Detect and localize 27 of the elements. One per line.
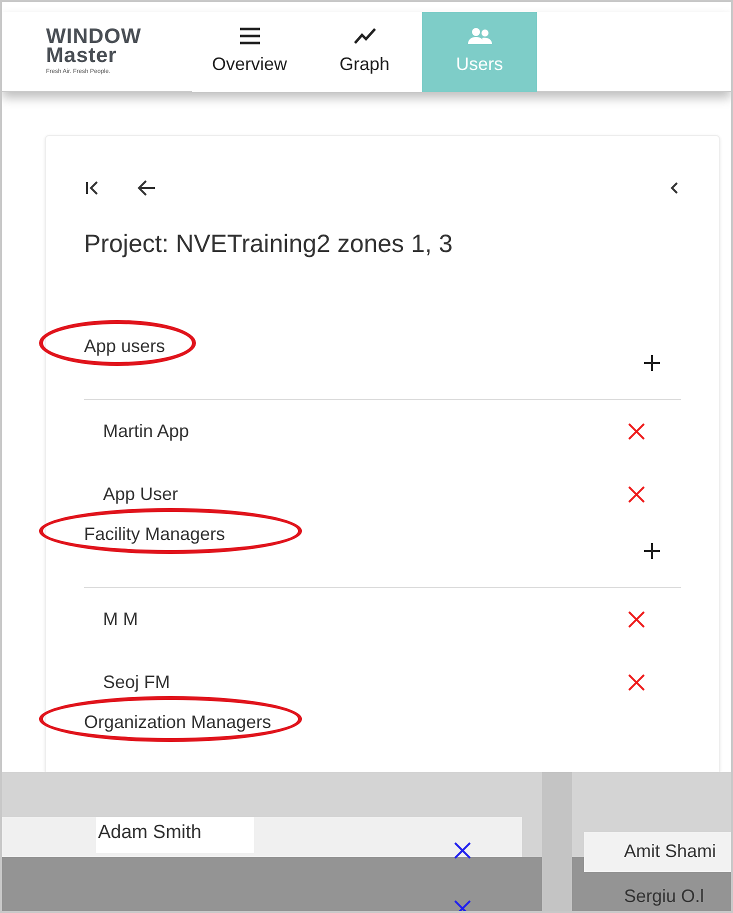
menu-icon <box>238 26 260 44</box>
project-title: Project: NVETraining2 zones 1, 3 <box>83 229 454 260</box>
logo-wordmark: WINDOW Master <box>46 26 142 64</box>
remove-icon[interactable] <box>628 610 645 628</box>
add-icon[interactable] <box>643 354 661 372</box>
user-name: Amit Shami <box>624 840 716 863</box>
user-name: Adam Smith <box>96 817 254 853</box>
user-name: Sergiu O.l <box>624 885 704 908</box>
add-icon[interactable] <box>643 542 661 560</box>
user-name: Martin App <box>103 420 190 443</box>
users-icon <box>468 26 492 44</box>
nav-tab[interactable]: Overview <box>192 12 307 92</box>
nav-tab[interactable]: Graph <box>307 12 422 92</box>
user-name: M M <box>103 608 138 630</box>
group-title: Organization Managers <box>84 710 272 734</box>
remove-icon[interactable] <box>628 486 645 502</box>
remove-icon[interactable] <box>628 422 645 440</box>
user-name: App User <box>103 482 178 506</box>
remove-icon[interactable] <box>628 674 645 690</box>
line-chart-icon <box>354 26 376 44</box>
group-title: Facility Managers <box>84 522 226 546</box>
group-title: App users <box>84 334 166 358</box>
back-arrow-icon[interactable] <box>136 179 156 197</box>
remove-icon[interactable] <box>454 842 471 859</box>
first-page-icon[interactable] <box>84 180 100 196</box>
user-name: Seoj FM <box>103 670 170 694</box>
chevron-left-icon[interactable] <box>669 181 679 195</box>
